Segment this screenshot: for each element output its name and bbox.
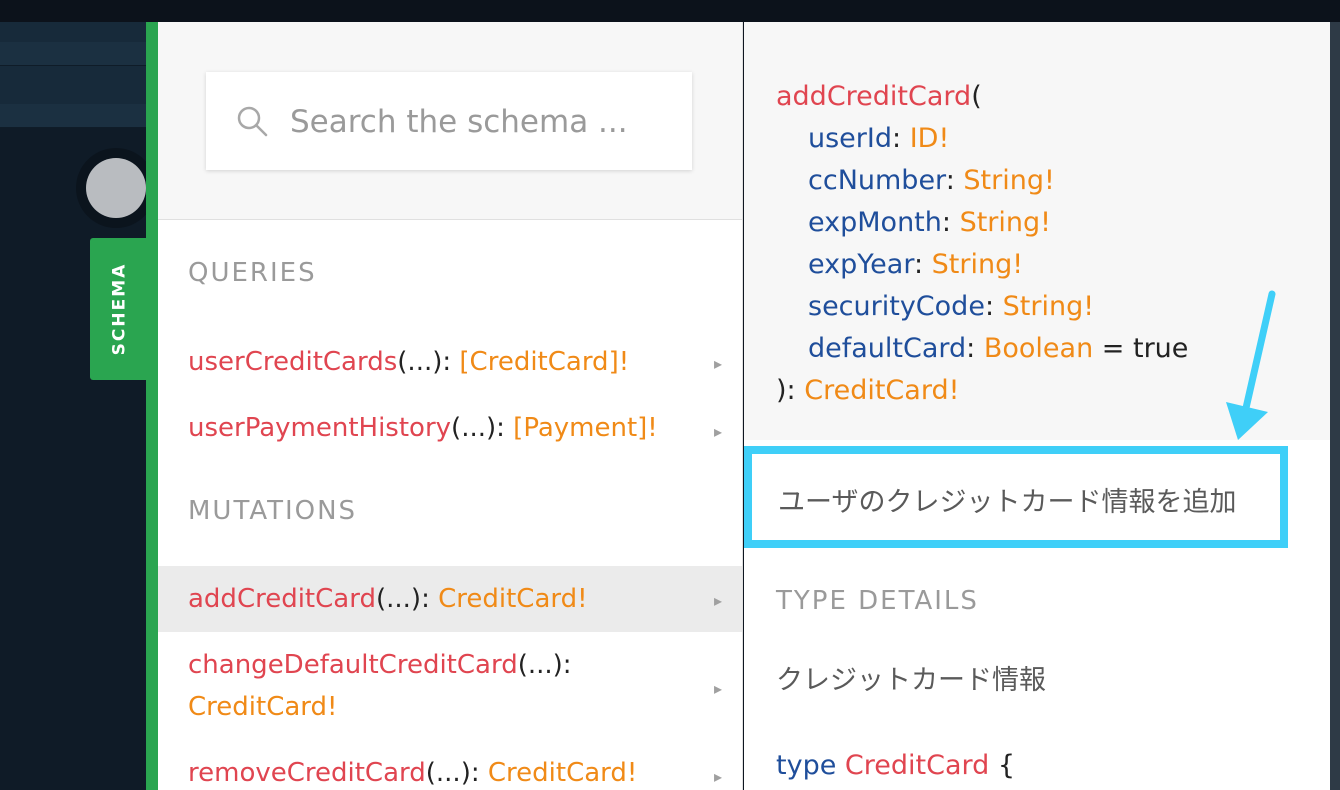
signature-arg: defaultCard: Boolean = true [808,328,1188,370]
field-type[interactable]: [Payment]! [513,413,658,443]
arg-default: = true [1093,333,1189,364]
field-separator: : [442,347,460,377]
field-args: (...) [397,347,443,377]
queries-section-title: QUERIES [188,258,317,288]
signature-arg: expMonth: String! [808,202,1051,244]
annotation-arrow-icon [1226,290,1276,440]
field-args: (...) [517,650,563,680]
arg-colon: : [913,249,932,280]
schema-list-panel: QUERIES userCreditCards(...): [CreditCar… [158,22,743,790]
arg-type[interactable]: Boolean [984,333,1093,364]
field-args: (...) [375,584,422,614]
signature-open-paren: ( [971,81,982,112]
type-declaration: type CreditCard { [776,750,1015,781]
arg-type[interactable]: String! [963,165,1054,196]
signature-arg: expYear: String! [808,244,1023,286]
search-icon [237,106,268,137]
chevron-right-icon: ▸ [713,591,722,610]
arg-name: securityCode [808,291,985,322]
arg-name: expMonth [808,207,942,238]
editor-background [0,22,146,790]
field-type[interactable]: CreditCard! [488,758,637,788]
arg-name: expYear [808,249,914,280]
editor-tab-strip [0,42,146,66]
schema-tab-label: SCHEMA [109,262,130,356]
field-type[interactable]: [CreditCard]! [459,347,629,377]
field-separator: : [496,413,514,443]
field-name: userCreditCards [188,347,398,377]
field-name: removeCreditCard [188,758,426,788]
field-name: userPaymentHistory [188,413,452,443]
signature-arg: securityCode: String! [808,286,1094,328]
mutation-item-removeCreditCard[interactable]: removeCreditCard(...): CreditCard! ▸ [158,752,742,790]
arg-name: userId [808,123,892,154]
signature-arg: userId: ID! [808,118,949,160]
schema-tab[interactable]: SCHEMA [90,238,148,380]
chevron-right-icon: ▸ [713,422,722,441]
signature-tail: ): CreditCard! [776,370,959,412]
chevron-right-icon: ▸ [713,354,722,373]
signature-return-type[interactable]: CreditCard! [804,375,959,406]
search-box[interactable] [206,72,692,170]
type-keyword: type [776,750,845,781]
editor-area [0,128,146,790]
execute-button-face [86,158,146,218]
arg-colon: : [941,207,960,238]
top-bar [0,0,1340,22]
field-separator: : [470,758,488,788]
signature-head: addCreditCard( [776,76,982,118]
mutations-section-title: MUTATIONS [188,496,358,526]
arg-colon: : [945,165,964,196]
editor-toolbar-strip [0,104,146,128]
arg-colon: : [984,291,1003,322]
type-description: クレジットカード情報 [776,665,1046,696]
type-details-title: TYPE DETAILS [776,586,979,616]
query-item-userCreditCards[interactable]: userCreditCards(...): [CreditCard]! ▸ [158,341,742,385]
signature-arg: ccNumber: String! [808,160,1055,202]
chevron-right-icon: ▸ [713,679,722,698]
field-type[interactable]: CreditCard! [438,584,587,614]
field-description: ユーザのクレジットカード情報を追加 [778,487,1237,518]
arg-name: ccNumber [808,165,946,196]
signature-name: addCreditCard [776,81,972,112]
query-item-userPaymentHistory[interactable]: userPaymentHistory(...): [Payment]! ▸ [158,407,742,451]
search-area [158,22,742,220]
field-name: addCreditCard [188,584,376,614]
mutation-item-addCreditCard[interactable]: addCreditCard(...): CreditCard! ▸ [158,566,742,632]
execute-query-button[interactable] [76,148,156,228]
arg-type[interactable]: String! [960,207,1051,238]
arg-type[interactable]: ID! [910,123,950,154]
schema-panel-accent-bar [146,22,158,790]
arg-type[interactable]: String! [932,249,1023,280]
signature-close-paren: ): [776,375,805,406]
field-args: (...) [425,758,471,788]
chevron-right-icon: ▸ [713,767,722,786]
field-description-highlight: ユーザのクレジットカード情報を追加 [744,446,1288,548]
field-type[interactable]: CreditCard! [188,692,337,722]
mutation-item-changeDefaultCreditCard[interactable]: changeDefaultCreditCard(...): CreditCard!… [158,644,742,732]
field-args: (...) [451,413,497,443]
scrollbar[interactable] [1330,22,1340,790]
field-separator: : [562,650,572,680]
field-name: changeDefaultCreditCard [188,650,518,680]
field-separator: : [421,584,439,614]
arg-name: defaultCard [808,333,967,364]
type-open-brace: { [989,750,1016,781]
arg-colon: : [892,123,910,154]
arg-colon: : [966,333,984,364]
arg-type[interactable]: String! [1003,291,1094,322]
type-name: CreditCard [844,750,990,781]
search-input[interactable] [290,102,670,142]
